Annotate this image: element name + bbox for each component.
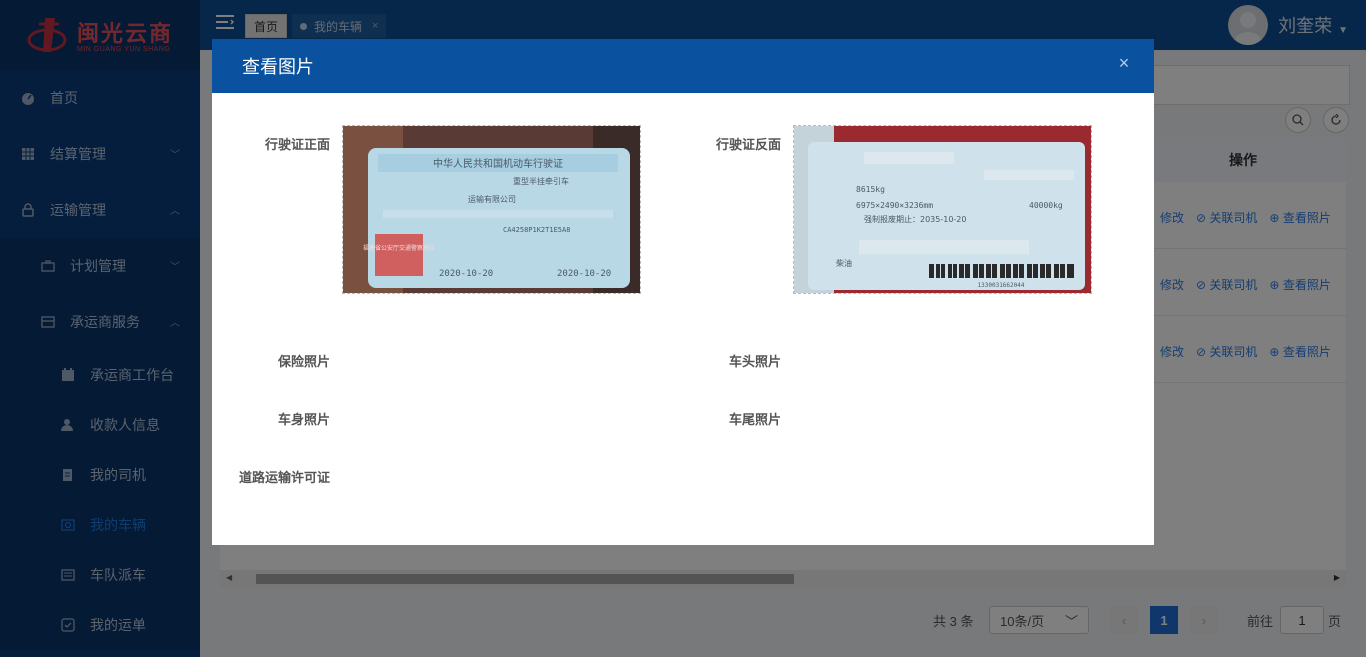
label-insurance: 保险照片: [277, 354, 330, 369]
card-fuel: 柴油: [836, 258, 852, 268]
label-road-permit: 道路运输许可证: [238, 470, 330, 485]
card-reg-date: 2020-10-20: [439, 269, 493, 279]
view-photos-dialog: 查看图片 × 行驶证正面 中华人民共和国机动车行驶证 重型半挂牵引车 运输有限公…: [212, 39, 1154, 545]
card-title: 中华人民共和国机动车行驶证: [433, 157, 563, 170]
label-vehicle-body: 车身照片: [277, 412, 330, 427]
license-front-photo[interactable]: 中华人民共和国机动车行驶证 重型半挂牵引车 运输有限公司 CA4258P1K2T…: [342, 125, 641, 294]
dialog-title: 查看图片: [242, 57, 314, 77]
label-license-back: 行驶证反面: [715, 137, 781, 152]
license-back-photo[interactable]: 8615kg 6975×2490×3236mm 40000kg 强制报废期止：2…: [793, 125, 1092, 294]
label-vehicle-head: 车头照片: [728, 354, 781, 369]
label-vehicle-tail: 车尾照片: [728, 412, 781, 427]
dialog-header: 查看图片 ×: [212, 39, 1154, 93]
card-scrap-date: 强制报废期止：2035-10-20: [864, 214, 967, 224]
card-agency: 运输有限公司: [468, 194, 516, 204]
card-dims: 6975×2490×3236mm: [856, 201, 933, 210]
card-barcode: 1330031662044: [978, 282, 1025, 289]
card-weight: 8615kg: [856, 185, 885, 194]
card-issue-date: 2020-10-20: [557, 269, 611, 279]
card-tow: 40000kg: [1029, 201, 1063, 210]
card-vin: CA4258P1K2T1E5A8: [503, 226, 570, 234]
card-stamp: 福建省公安厅交通警察总队: [363, 244, 435, 252]
license-back-image: 8615kg 6975×2490×3236mm 40000kg 强制报废期止：2…: [794, 126, 1091, 293]
card-vehicle-type: 重型半挂牵引车: [513, 176, 569, 186]
license-front-image: 中华人民共和国机动车行驶证 重型半挂牵引车 运输有限公司 CA4258P1K2T…: [343, 126, 640, 293]
close-icon[interactable]: ×: [1116, 54, 1132, 72]
label-license-front: 行驶证正面: [264, 137, 330, 152]
